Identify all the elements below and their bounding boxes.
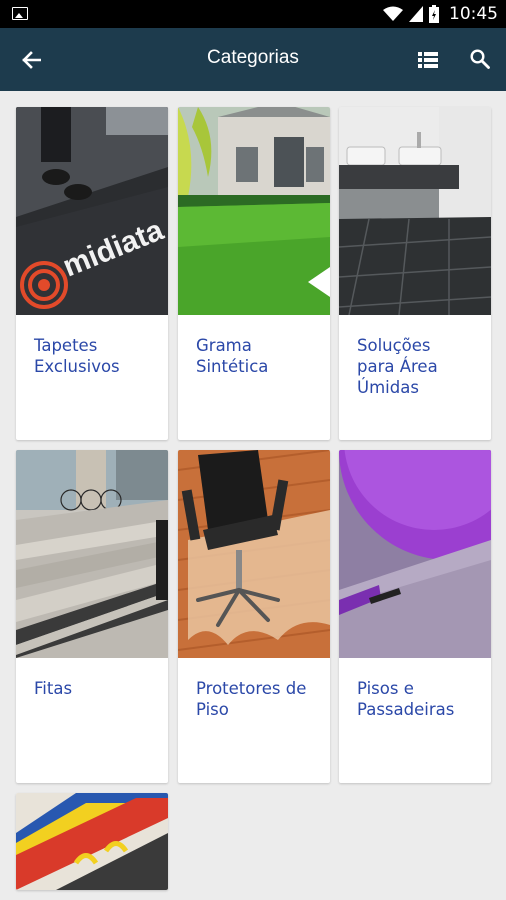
category-label: Protetores de Piso — [196, 679, 307, 719]
category-image-pisos — [339, 450, 491, 658]
gallery-notification-icon — [12, 7, 28, 20]
category-card-pisos[interactable]: Pisos e Passadeiras — [339, 450, 491, 783]
wifi-icon — [383, 6, 403, 21]
status-bar: 10:45 — [0, 0, 506, 28]
category-image-fitas — [16, 450, 168, 658]
category-card-grama[interactable]: Grama Sintética — [178, 107, 330, 440]
category-image-tapetes: midiata — [16, 107, 168, 315]
list-view-icon — [418, 52, 438, 68]
clock: 10:45 — [449, 4, 498, 24]
category-image-grama — [178, 107, 330, 315]
category-card-tapetes[interactable]: midiata Tapetes Exclusivos — [16, 107, 168, 440]
search-button[interactable] — [464, 43, 496, 75]
app-bar: Categorias — [0, 28, 506, 91]
category-card-fitas[interactable]: Fitas — [16, 450, 168, 783]
category-image-protetores — [178, 450, 330, 658]
category-card-protetores[interactable]: Protetores de Piso — [178, 450, 330, 783]
category-label: Tapetes Exclusivos — [34, 336, 120, 376]
category-card-solucoes[interactable]: Soluções para Área Úmidas — [339, 107, 491, 440]
status-icons: 10:45 — [383, 0, 498, 28]
signal-icon — [409, 6, 423, 22]
search-icon — [470, 49, 490, 69]
category-image-7 — [16, 793, 168, 890]
category-image-solucoes — [339, 107, 491, 315]
battery-icon — [429, 5, 439, 23]
list-view-button[interactable] — [412, 44, 444, 76]
category-label: Grama Sintética — [196, 336, 269, 376]
category-label: Soluções para Área Úmidas — [357, 336, 438, 397]
category-card-7[interactable] — [16, 793, 168, 890]
category-label: Pisos e Passadeiras — [357, 679, 455, 719]
category-label: Fitas — [34, 679, 73, 698]
